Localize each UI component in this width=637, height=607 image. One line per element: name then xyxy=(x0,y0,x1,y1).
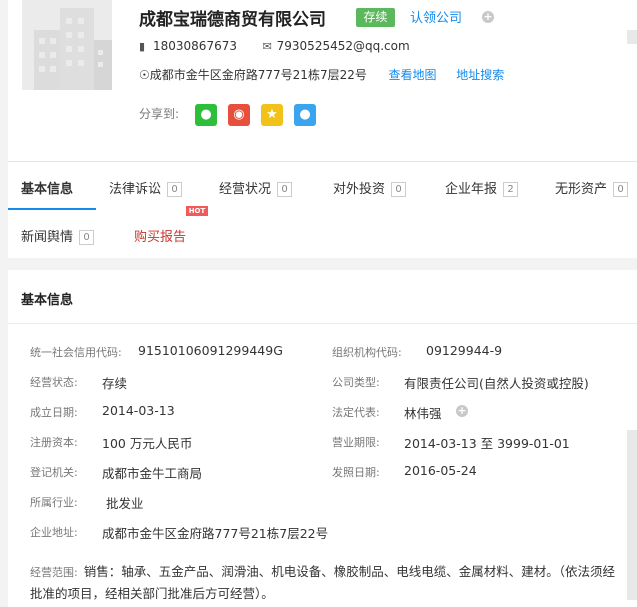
field-label: 营业期限: xyxy=(332,436,380,449)
field-label: 登记机关: xyxy=(30,466,78,479)
address-row: ☉成都市金牛区金府路777号21栋7层22号 查看地图 地址搜索 xyxy=(139,66,504,83)
field-label: 组织机构代码: xyxy=(332,346,402,359)
tab-legal[interactable]: 法律诉讼 0 xyxy=(109,178,183,197)
tab-basic-info[interactable]: 基本信息 xyxy=(21,178,73,197)
company-header-card: 成都宝瑞德商贸有限公司 存续 认领公司 + ▮ 18030867673 ✉ 7930… xyxy=(8,0,637,258)
business-scope: 经营范围: 销售：轴承、五金产品、润滑油、机电设备、橡胶制品、电线电缆、金属材料、… xyxy=(30,561,620,604)
qq-share-icon[interactable]: ● xyxy=(294,104,316,126)
registered-capital-value: 100 万元人民币 xyxy=(102,436,193,451)
scrollbar-thumb[interactable] xyxy=(627,430,637,600)
tab-intangible-assets[interactable]: 无形资产 0 xyxy=(555,178,629,197)
tab-label: 经营状况 xyxy=(219,182,272,197)
location-pin-icon: ☉ xyxy=(139,68,150,82)
view-map-link[interactable]: 查看地图 xyxy=(389,68,437,82)
section-title: 基本信息 xyxy=(21,293,74,308)
tab-count: 0 xyxy=(79,230,95,245)
wechat-share-icon[interactable]: ● xyxy=(195,104,217,126)
email-icon: ✉ xyxy=(262,39,272,53)
field-label: 注册资本: xyxy=(30,436,78,449)
scrollbar-top[interactable] xyxy=(627,30,637,44)
industry-value: 批发业 xyxy=(106,496,144,511)
contact-row: ▮ 18030867673 ✉ 7930525452@qq.com xyxy=(139,39,410,53)
tab-investments[interactable]: 对外投资 0 xyxy=(333,178,407,197)
field-label: 发照日期: xyxy=(332,466,380,479)
address-search-link[interactable]: 地址搜索 xyxy=(456,68,504,82)
tab-label: 法律诉讼 xyxy=(109,182,162,197)
field-label: 经营状态: xyxy=(30,376,78,389)
field-label: 统一社会信用代码: xyxy=(30,346,122,359)
tab-label: 购买报告 xyxy=(134,230,187,245)
tab-buy-report[interactable]: 购买报告 xyxy=(134,226,186,245)
company-address: 成都市金牛区金府路777号21栋7层22号 xyxy=(149,68,367,82)
follow-plus-icon[interactable]: + xyxy=(482,11,494,23)
business-scope-text: 销售：轴承、五金产品、润滑油、机电设备、橡胶制品、电线电缆、金属材料、建材。（依… xyxy=(30,564,615,601)
license-date-value: 2016-05-24 xyxy=(404,463,477,478)
qzone-share-icon[interactable]: ★ xyxy=(261,104,283,126)
email-address: 7930525452@qq.com xyxy=(276,39,410,53)
legal-representative-link[interactable]: 林伟强 xyxy=(404,403,442,422)
section-divider xyxy=(8,323,637,324)
tab-label: 新闻舆情 xyxy=(21,230,74,245)
registration-authority-value: 成都市金牛工商局 xyxy=(102,466,203,481)
tab-label: 对外投资 xyxy=(333,182,386,197)
tab-operations[interactable]: 经营状况 0 xyxy=(219,178,293,197)
tab-count: 0 xyxy=(167,182,183,197)
field-label: 企业地址: xyxy=(30,526,78,539)
weibo-share-icon[interactable]: ◉ xyxy=(228,104,250,126)
company-address-value: 成都市金牛区金府路777号21栋7层22号 xyxy=(102,526,329,541)
phone-icon: ▮ xyxy=(139,39,146,53)
operating-status-value: 存续 xyxy=(102,376,128,391)
tab-label: 企业年报 xyxy=(445,182,498,197)
follow-person-plus-icon[interactable]: + xyxy=(456,405,468,417)
hot-badge: HOT xyxy=(186,206,208,216)
company-name: 成都宝瑞德商贸有限公司 xyxy=(139,10,326,30)
tab-label: 无形资产 xyxy=(555,182,608,197)
credit-code-value: 91510106091299449G xyxy=(138,343,283,358)
status-badge: 存续 xyxy=(356,8,395,27)
tab-news[interactable]: 新闻舆情 0 xyxy=(21,226,95,245)
phone-number: 18030867673 xyxy=(153,39,237,53)
tab-count: 2 xyxy=(503,182,519,197)
field-label: 所属行业: xyxy=(30,496,78,509)
company-logo-placeholder xyxy=(22,0,112,90)
founded-date-value: 2014-03-13 xyxy=(102,403,175,418)
tab-count: 0 xyxy=(613,182,629,197)
field-label: 成立日期: xyxy=(30,406,78,419)
share-label: 分享到: xyxy=(139,107,180,121)
claim-company-link[interactable]: 认领公司 xyxy=(410,7,462,26)
field-label: 法定代表: xyxy=(332,406,380,419)
tab-label: 基本信息 xyxy=(21,182,74,197)
org-code-value: 09129944-9 xyxy=(426,343,503,358)
building-icon xyxy=(34,8,112,90)
tabs-divider xyxy=(8,161,637,162)
tab-count: 0 xyxy=(391,182,407,197)
field-label: 经营范围: xyxy=(30,566,78,579)
business-term-value: 2014-03-13 至 3999-01-01 xyxy=(404,436,570,451)
tab-count: 0 xyxy=(277,182,293,197)
field-label: 公司类型: xyxy=(332,376,380,389)
basic-info-card: 基本信息 统一社会信用代码: 91510106091299449G 组织机构代码… xyxy=(8,270,637,607)
company-type-value: 有限责任公司(自然人投资或控股) xyxy=(404,376,589,391)
tab-annual-reports[interactable]: 企业年报 2 xyxy=(445,178,519,197)
